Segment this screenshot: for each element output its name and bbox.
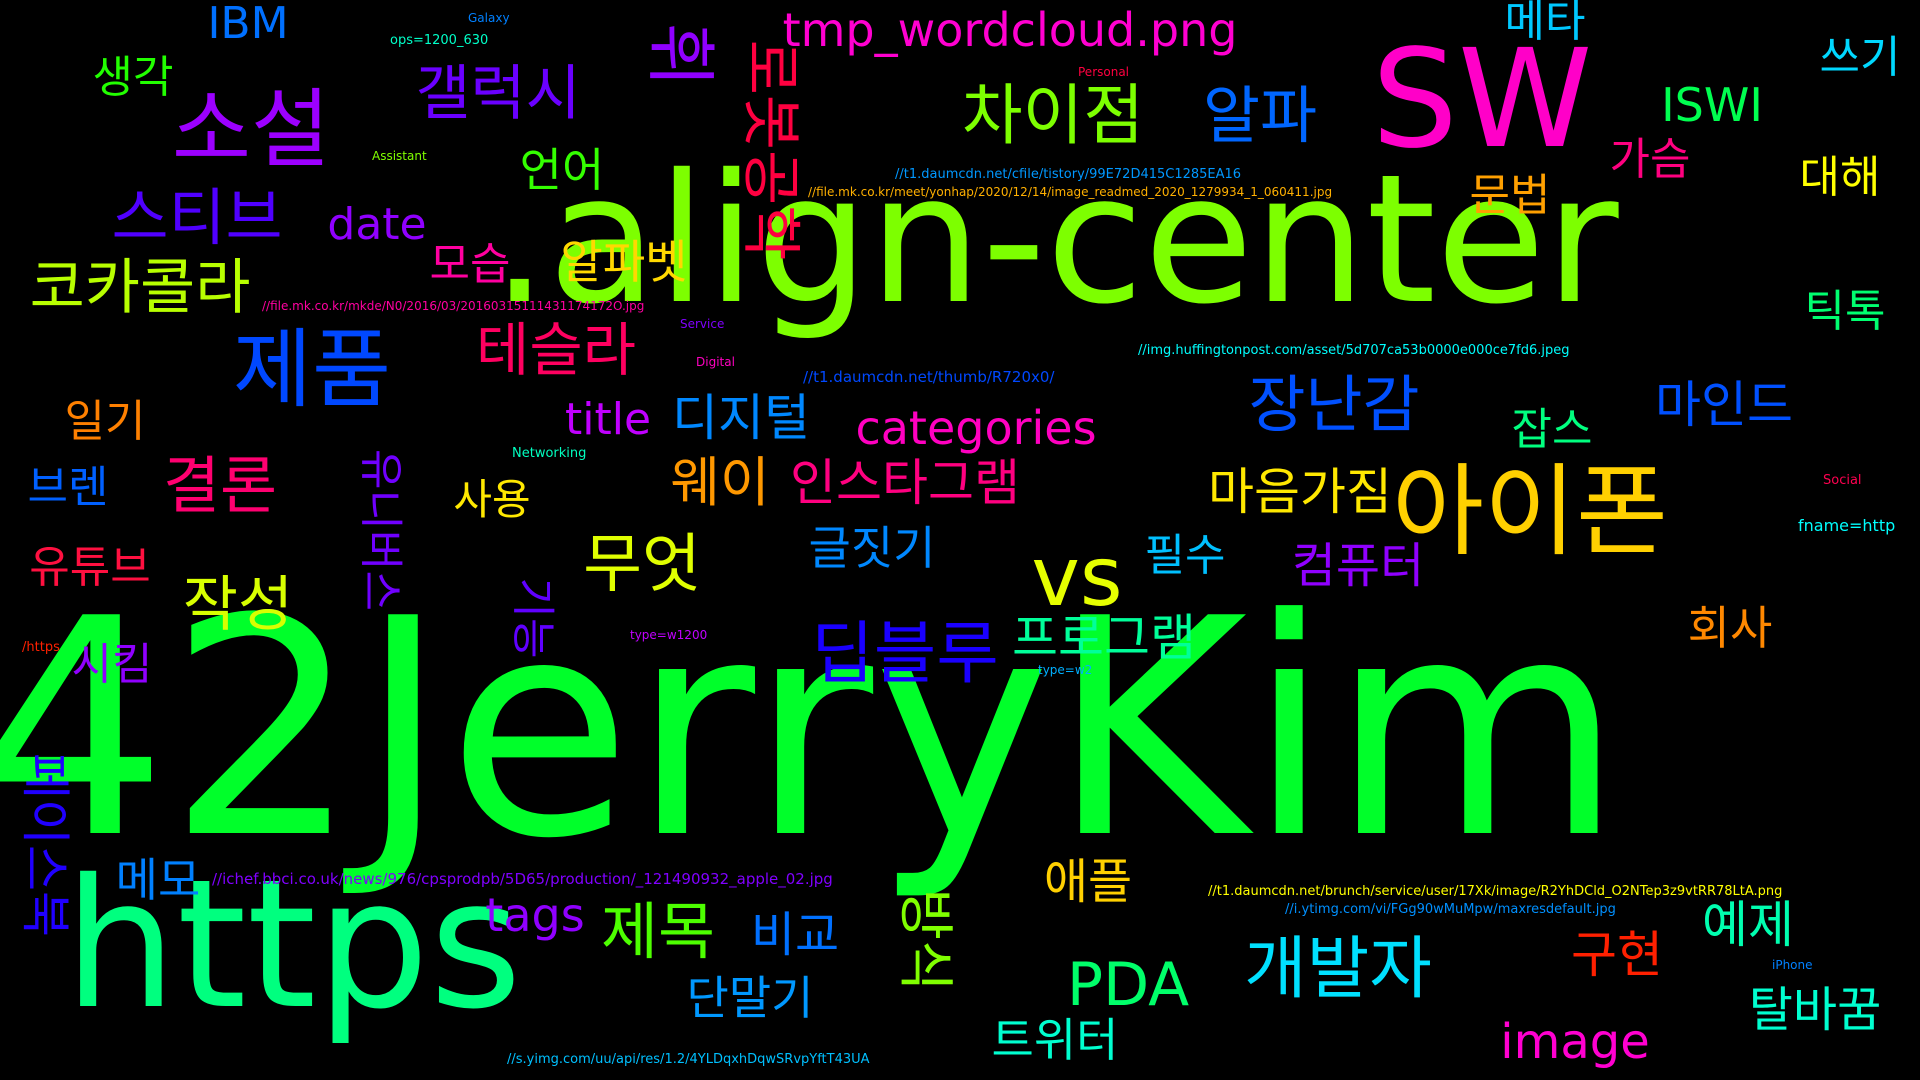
word: 일기 xyxy=(64,396,146,447)
word: 코카콜라 xyxy=(29,253,251,323)
word: 가슴 xyxy=(1609,134,1691,185)
word: tmp_wordcloud.png xyxy=(782,3,1238,57)
word: 작성 xyxy=(182,570,294,640)
word: 결론 xyxy=(162,449,278,522)
word: 소설 xyxy=(171,80,331,180)
word: //t1.daumcdn.net/cfile/tistory/99E72D415… xyxy=(895,167,1242,182)
word: vs xyxy=(1031,530,1123,625)
word: 컴퓨터 xyxy=(1291,538,1425,594)
word: 테슬라 xyxy=(475,316,637,384)
word: SW xyxy=(1371,21,1593,179)
word: //s.yimg.com/uu/api/res/1.2/4YLDqxhDqwSR… xyxy=(507,1052,870,1067)
word: 장난감 xyxy=(1248,368,1420,441)
word: 디지털 xyxy=(672,389,810,447)
word: 모습 xyxy=(429,239,511,290)
word: Assistant xyxy=(372,149,427,163)
word: 웨이 xyxy=(670,451,770,514)
word: Digital xyxy=(696,355,735,369)
word: 유니버스 xyxy=(355,449,406,611)
word: 갤럭시 xyxy=(415,59,581,129)
word: 방식 xyxy=(892,888,957,992)
word: /https xyxy=(22,640,60,655)
word: 유튜브 xyxy=(29,542,151,593)
word: 기능 xyxy=(507,577,558,659)
word: //img.huffingtonpost.com/asset/5d707ca53… xyxy=(1138,343,1570,358)
word: 틱톡 xyxy=(1804,286,1886,337)
word: 사용 xyxy=(453,475,531,524)
word: 예제 xyxy=(1702,896,1794,954)
word: //file.mk.co.kr/meet/yonhap/2020/12/14/i… xyxy=(808,185,1333,199)
word: image xyxy=(1500,1014,1650,1070)
word: Personal xyxy=(1078,65,1130,79)
word: Service xyxy=(680,317,725,331)
word: 프로그램 xyxy=(1012,609,1196,667)
word: 탈바꿈 xyxy=(1748,982,1882,1038)
word: 무엇 xyxy=(583,528,701,602)
word: 글짓기 xyxy=(808,521,936,575)
word: 문법 xyxy=(1469,170,1551,221)
word: tags xyxy=(485,888,585,942)
word: 언어 xyxy=(519,143,605,197)
word: 마음가짐 xyxy=(1208,463,1392,521)
word: 애플 xyxy=(1043,854,1133,910)
word: //file.mk.co.kr/mkde/N0/2016/03/20160315… xyxy=(262,299,645,313)
word: 인스타그램 xyxy=(790,454,1020,512)
word: PDA xyxy=(1066,950,1190,1020)
word: 제목 xyxy=(600,895,716,968)
word: ops=1200_630 xyxy=(390,33,489,48)
word: 알파벳 xyxy=(560,235,688,289)
word: title xyxy=(564,394,652,445)
word: type=w1200 xyxy=(630,628,708,642)
word: 아이폰 xyxy=(1392,453,1668,570)
word: ISWI xyxy=(1661,78,1763,132)
word: Galaxy xyxy=(468,11,510,25)
word: Social xyxy=(1823,473,1862,488)
word: 스티브 xyxy=(111,181,283,254)
word: 개발자 xyxy=(1244,930,1432,1009)
word: 알파 xyxy=(1202,79,1318,152)
word: 마인드 xyxy=(1655,376,1793,434)
word: fname=http xyxy=(1798,516,1896,535)
word: //t1.daumcdn.net/thumb/R720x0/ xyxy=(803,368,1055,386)
word: 쓰기 xyxy=(1819,32,1901,83)
word-cloud: 42JerryKim .align-center https SW 소설 아이폰… xyxy=(0,0,1920,1080)
word: 로봇공학 xyxy=(735,39,805,261)
word: 비교 xyxy=(750,907,840,963)
word: 필수 xyxy=(1144,530,1226,581)
word: 차이점 xyxy=(961,77,1145,154)
word: 메타 xyxy=(1504,0,1586,47)
word: iPhone xyxy=(1772,958,1813,972)
word: date xyxy=(327,199,427,250)
word: 회사 xyxy=(1687,601,1773,655)
word: type=w2 xyxy=(1038,663,1093,677)
word: 생각 xyxy=(92,52,174,103)
word: 브렌 xyxy=(27,462,109,513)
word: 페이스북 xyxy=(16,753,74,937)
word: Networking xyxy=(512,446,587,461)
word: 구현 xyxy=(1571,926,1663,984)
word: 메모 xyxy=(115,853,201,907)
word: //i.ytimg.com/vi/FGg90wMuMpw/maxresdefau… xyxy=(1285,902,1616,917)
word: //ichef.bbci.co.uk/news/976/cpsprodpb/5D… xyxy=(212,870,833,888)
word: 단말기 xyxy=(686,971,814,1025)
word: 시킴 xyxy=(71,639,153,690)
word: 잡스 xyxy=(1511,404,1593,455)
word: 대해 xyxy=(1799,152,1881,203)
word: //t1.daumcdn.net/brunch/service/user/17X… xyxy=(1208,884,1783,899)
word: categories xyxy=(855,401,1097,455)
word: 트위터 xyxy=(991,1013,1119,1067)
word: 제품 xyxy=(232,320,392,420)
word: IBM xyxy=(207,0,289,49)
word: 휘 xyxy=(639,22,721,88)
word: 딥블루 xyxy=(811,615,999,694)
